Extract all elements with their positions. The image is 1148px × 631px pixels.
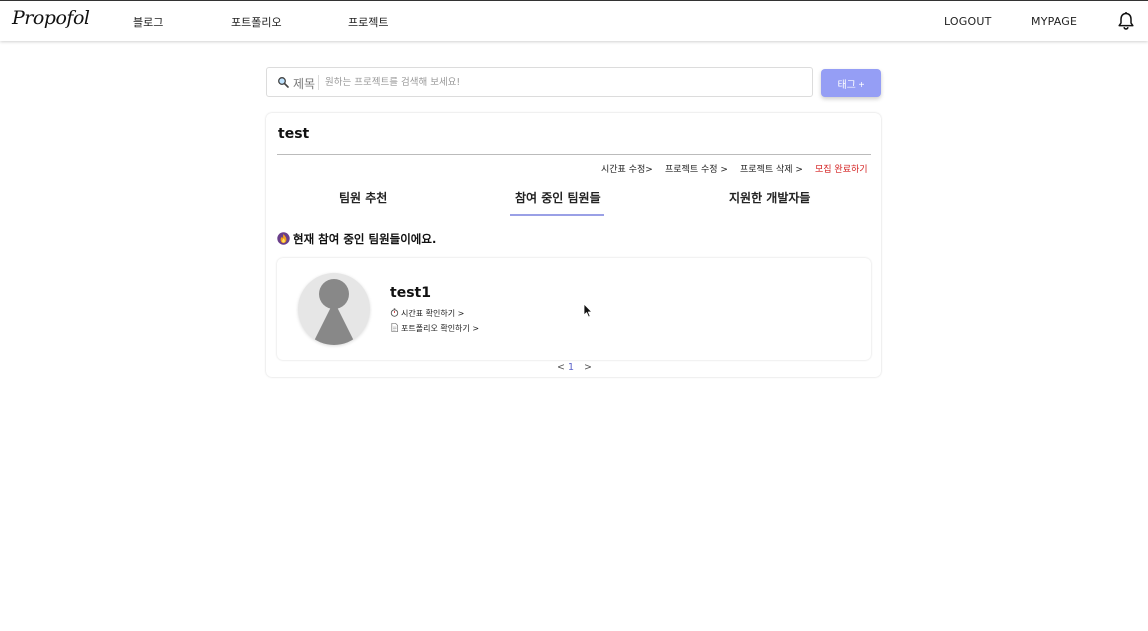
project-card: test 시간표 수정> 프로젝트 수정 > 프로젝트 삭제 > 모집 완료하기…: [266, 113, 881, 377]
delete-project-link[interactable]: 프로젝트 삭제 >: [740, 162, 803, 175]
avatar: [298, 273, 370, 345]
search-divider: [318, 75, 319, 90]
view-portfolio-label: 포트폴리오 확인하기 >: [401, 324, 480, 333]
title-divider: [277, 154, 871, 155]
default-avatar-icon: [312, 279, 356, 345]
nav-portfolio[interactable]: 포트폴리오: [231, 14, 282, 30]
search-input[interactable]: [325, 73, 795, 92]
stopwatch-icon: [390, 308, 399, 317]
nav-project[interactable]: 프로젝트: [348, 14, 388, 30]
top-navigation-bar: Propofol 블로그 포트폴리오 프로젝트 LOGOUT MYPAGE: [0, 0, 1148, 41]
pagination-page-1[interactable]: 1: [568, 362, 574, 373]
tab-applicants[interactable]: 지원한 개발자들: [729, 189, 810, 206]
member-card: test1 시간표 확인하기 > 포트폴리오 확인하기 >: [277, 258, 871, 360]
pagination-next[interactable]: >: [584, 362, 592, 373]
active-tab-indicator: [510, 214, 604, 216]
view-timetable-label: 시간표 확인하기 >: [401, 309, 465, 318]
search-bar: 제목: [266, 67, 813, 97]
document-icon: [391, 323, 399, 332]
view-timetable-link[interactable]: 시간표 확인하기 >: [390, 308, 464, 319]
view-portfolio-link[interactable]: 포트폴리오 확인하기 >: [390, 323, 479, 334]
site-logo[interactable]: Propofol: [12, 7, 90, 29]
logout-button[interactable]: LOGOUT: [944, 15, 992, 28]
search-category-select[interactable]: 제목: [293, 75, 315, 92]
project-title: test: [278, 126, 310, 142]
pagination-prev[interactable]: <: [557, 362, 565, 373]
add-tag-button[interactable]: 태그 +: [821, 69, 881, 97]
bell-icon[interactable]: [1116, 11, 1136, 31]
edit-project-link[interactable]: 프로젝트 수정 >: [665, 162, 728, 175]
complete-recruit-link[interactable]: 모집 완료하기: [815, 162, 868, 175]
tab-member-recommend[interactable]: 팀원 추천: [339, 189, 387, 206]
mouse-cursor-icon: [583, 303, 593, 318]
mypage-button[interactable]: MYPAGE: [1031, 15, 1077, 28]
tab-participating-members[interactable]: 참여 중인 팀원들: [515, 189, 601, 206]
nav-blog[interactable]: 블로그: [133, 14, 163, 30]
fire-icon: [277, 232, 290, 245]
edit-timetable-link[interactable]: 시간표 수정>: [601, 162, 653, 175]
section-heading: 현재 참여 중인 팀원들이에요.: [277, 231, 436, 247]
section-heading-text: 현재 참여 중인 팀원들이에요.: [293, 232, 437, 246]
member-name: test1: [390, 285, 431, 301]
magnifier-icon: [278, 77, 289, 88]
